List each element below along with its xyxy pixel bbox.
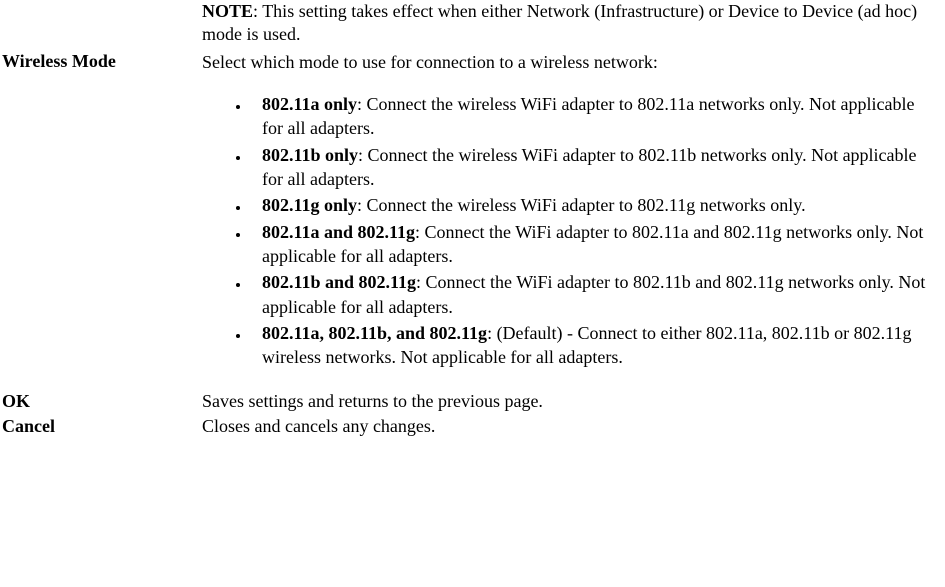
note-content: NOTE: This setting takes effect when eit… [202,0,945,47]
mode-name: 802.11a, 802.11b, and 802.11g [262,323,487,343]
cancel-text: Closes and cancels any changes. [202,416,945,437]
mode-desc: : Connect the wireless WiFi adapter to 8… [262,94,915,138]
list-item: 802.11a, 802.11b, and 802.11g: (Default)… [250,321,935,370]
wireless-mode-intro: Select which mode to use for connection … [202,51,935,74]
wireless-mode-row: Wireless Mode Select which mode to use f… [0,51,945,388]
wireless-mode-label: Wireless Mode [0,51,202,72]
cancel-row: Cancel Closes and cancels any changes. [0,416,945,437]
cancel-label: Cancel [0,416,202,437]
mode-name: 802.11a and 802.11g [262,222,415,242]
note-row: NOTE: This setting takes effect when eit… [0,0,945,47]
list-item: 802.11b only: Connect the wireless WiFi … [250,143,935,192]
wireless-mode-list: 802.11a only: Connect the wireless WiFi … [202,92,935,369]
list-item: 802.11a and 802.11g: Connect the WiFi ad… [250,220,935,269]
ok-row: OK Saves settings and returns to the pre… [0,391,945,412]
mode-name: 802.11b only [262,145,358,165]
mode-name: 802.11g only [262,195,357,215]
note-label: NOTE [202,1,253,21]
mode-desc: : Connect the wireless WiFi adapter to 8… [262,145,917,189]
mode-name: 802.11b and 802.11g [262,272,416,292]
list-item: 802.11a only: Connect the wireless WiFi … [250,92,935,141]
list-item: 802.11g only: Connect the wireless WiFi … [250,193,935,217]
mode-desc: : Connect the wireless WiFi adapter to 8… [357,195,806,215]
list-item: 802.11b and 802.11g: Connect the WiFi ad… [250,270,935,319]
mode-name: 802.11a only [262,94,357,114]
wireless-mode-content: Select which mode to use for connection … [202,51,945,388]
note-text: : This setting takes effect when either … [202,1,917,44]
ok-label: OK [0,391,202,412]
ok-text: Saves settings and returns to the previo… [202,391,945,412]
